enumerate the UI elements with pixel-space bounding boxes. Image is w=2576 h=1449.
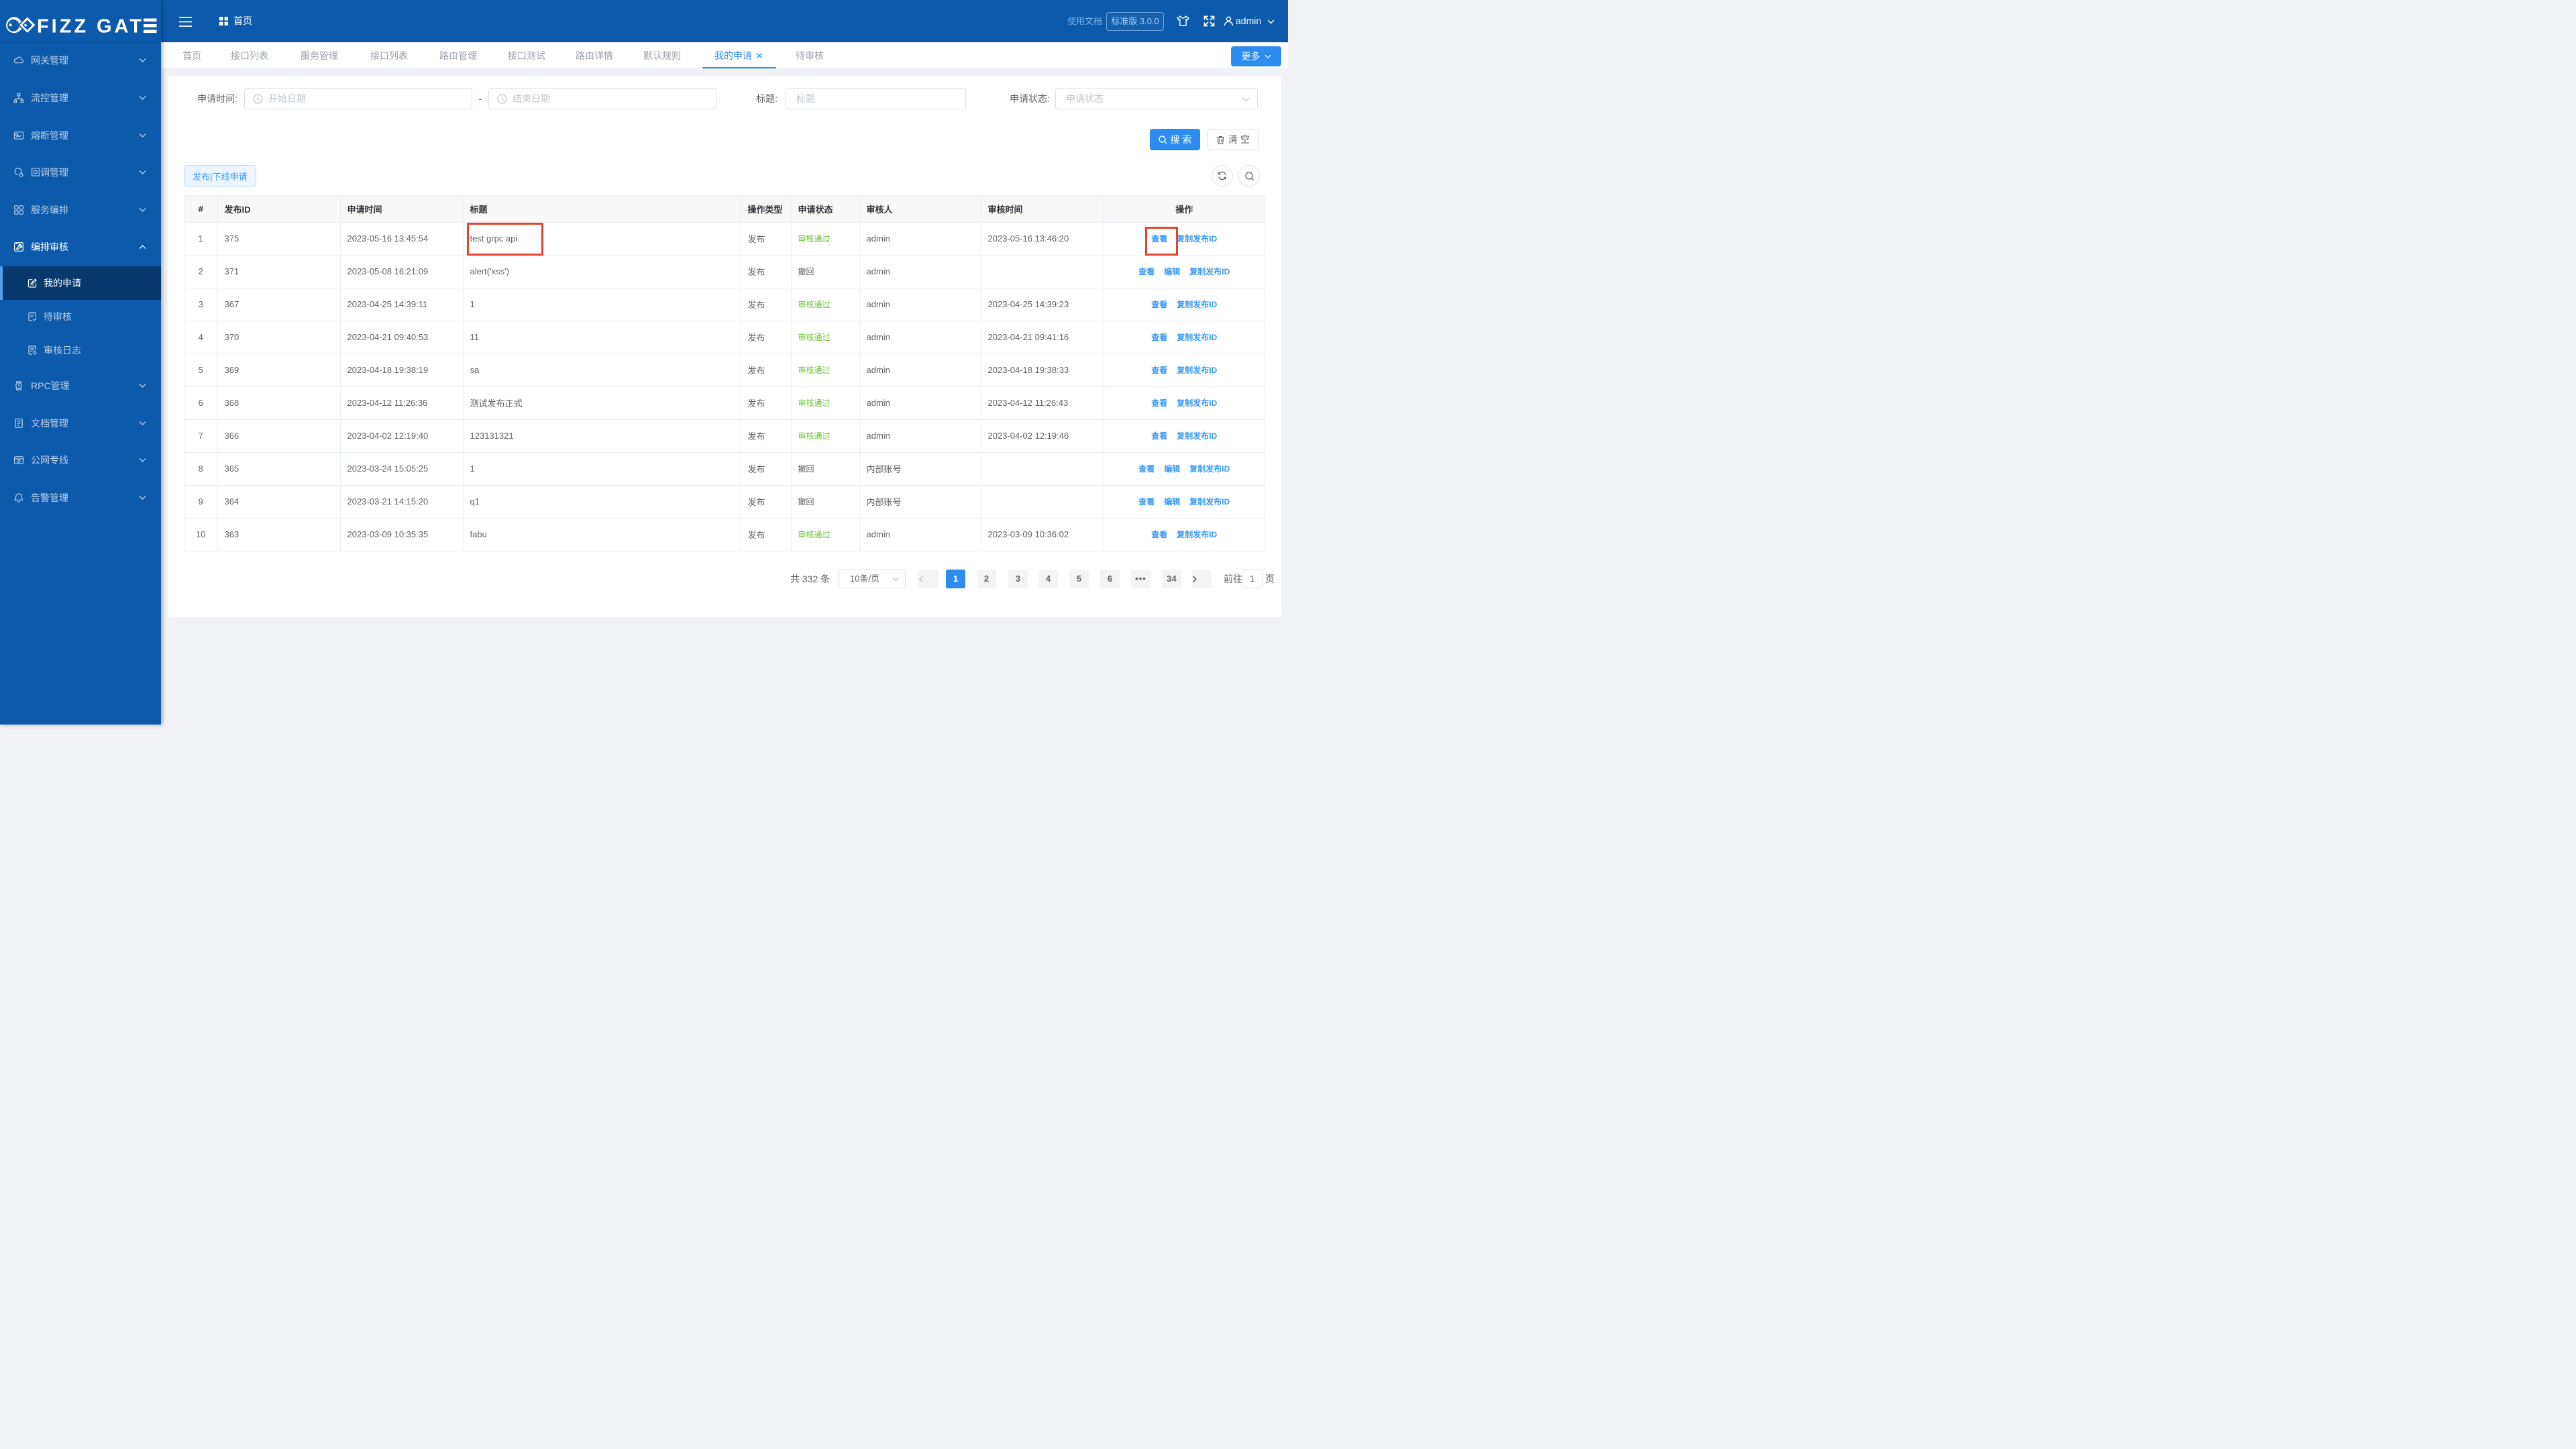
svg-text:FIZZ GAT: FIZZ GAT [37, 16, 142, 38]
